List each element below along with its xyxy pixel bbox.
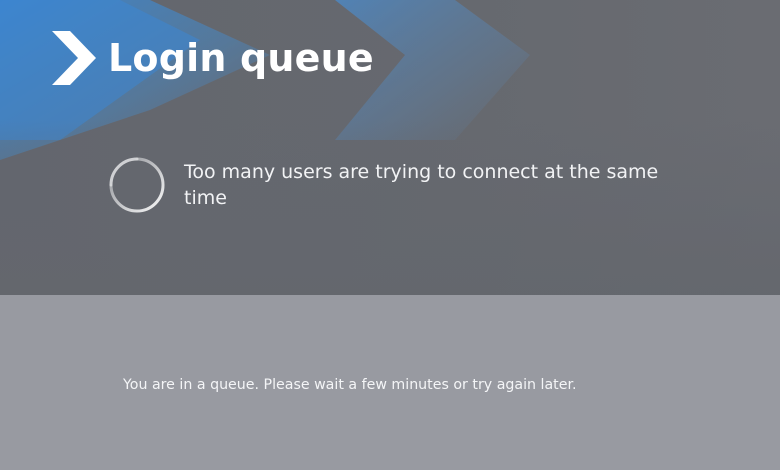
header-panel: Login queue Too many users are trying to… bbox=[0, 0, 780, 295]
chevron-right-icon bbox=[52, 31, 96, 85]
login-queue-screen: Login queue Too many users are trying to… bbox=[0, 0, 780, 470]
page-title: Login queue bbox=[108, 36, 374, 80]
header-row: Login queue bbox=[52, 30, 374, 86]
status-row: Too many users are trying to connect at … bbox=[108, 156, 708, 214]
info-panel: You are in a queue. Please wait a few mi… bbox=[0, 295, 780, 470]
status-message: Too many users are trying to connect at … bbox=[184, 161, 659, 209]
queue-message: You are in a queue. Please wait a few mi… bbox=[123, 377, 577, 393]
loading-spinner-icon bbox=[109, 157, 165, 213]
